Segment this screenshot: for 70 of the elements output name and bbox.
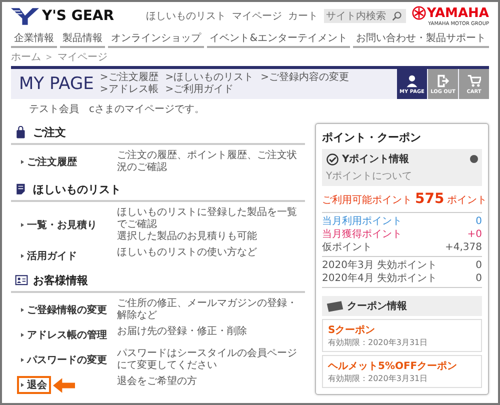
- tuning-fork-emblem-icon: [412, 6, 426, 20]
- points-row-value: +0: [467, 228, 482, 241]
- description-text: ご注文の履歴、ポイント履歴、ご注文状況のご確認: [117, 150, 298, 174]
- expiry-value: 0: [476, 272, 482, 285]
- search-field[interactable]: サイト内検索: [324, 9, 406, 23]
- points-label: ご利用可能ポイント: [322, 194, 412, 207]
- description-text: お届け先の登録・修正・削除: [117, 326, 247, 339]
- coupon-name: ヘルメット5%OFFクーポン: [328, 360, 458, 373]
- breadcrumb: ホーム ＞ マイページ: [11, 51, 108, 65]
- points-unit: ポイント: [447, 194, 488, 207]
- nav-link[interactable]: イベント&エンターテイメント: [206, 30, 350, 48]
- expiry-value: 0: [476, 259, 482, 272]
- menu-link[interactable]: パスワードの変更: [17, 351, 111, 369]
- greeting-text: テスト会員 cさまのマイページです。: [28, 103, 206, 117]
- menu-link[interactable]: 活用ガイド: [17, 247, 81, 265]
- header-link[interactable]: マイページ: [232, 9, 282, 23]
- brand-logo[interactable]: YAMAHA: [426, 6, 489, 20]
- header-link[interactable]: ほしいものリスト: [146, 9, 226, 23]
- description-text: パスワードはシースタイルの会員ページにて変更してください: [117, 348, 298, 372]
- nav-link[interactable]: お問い合わせ・製品サポート: [353, 30, 490, 48]
- pointer-arrow: [53, 378, 75, 392]
- points-row-value: +4,378: [444, 241, 482, 254]
- nav-link[interactable]: 製品情報: [60, 30, 106, 48]
- nav-link[interactable]: オンラインショップ: [108, 30, 204, 48]
- bag-icon: [15, 126, 28, 139]
- menu-link[interactable]: ご登録情報の変更: [17, 301, 111, 319]
- expiry-label: 2020年4月 失効ポイント: [322, 272, 437, 285]
- coupon-card[interactable]: Sクーポン 有効期限：2020年3月31日: [322, 319, 482, 352]
- menu-link[interactable]: アドレス帳の管理: [17, 326, 111, 344]
- nav-link[interactable]: 企業情報: [11, 30, 57, 48]
- section-title: お客様情報: [33, 273, 88, 288]
- mypage-link[interactable]: >ご利用ガイド: [165, 84, 234, 96]
- search-icon: [392, 11, 402, 21]
- description-text: 退会をご希望の方: [117, 376, 197, 389]
- coupon-expiry: 有効期限：2020年3月31日: [328, 373, 429, 384]
- page-title: MY PAGE: [18, 74, 95, 94]
- coupon-expiry: 有効期限：2020年3月31日: [328, 337, 429, 348]
- coupon-title: クーポン情報: [347, 300, 407, 313]
- info-title: Yポイント情報: [342, 152, 410, 166]
- coupon-card[interactable]: ヘルメット5%OFFクーポン 有効期限：2020年3月31日: [322, 355, 482, 388]
- points-row-label: 仮ポイント: [322, 241, 372, 254]
- description-text: ほしいものリストの使い方など: [117, 247, 257, 260]
- points-row-label: 当月獲得ポイント: [322, 228, 402, 241]
- points-row-label: 当月利用ポイント: [322, 215, 402, 228]
- points-row-value: 0: [476, 215, 482, 228]
- mypage-link[interactable]: >ご登録内容の変更: [260, 72, 350, 84]
- section-title: ご注文: [33, 125, 66, 140]
- check-circle-icon: [326, 152, 339, 166]
- person-icon: [405, 74, 419, 88]
- panel-title: ポイント・クーポン: [322, 130, 422, 146]
- points-value: 575: [415, 191, 444, 207]
- mypage-link[interactable]: >ご注文履歴: [100, 72, 158, 84]
- section-title: ほしいものリスト: [33, 182, 121, 197]
- menu-link[interactable]: ご注文履歴: [17, 153, 81, 171]
- memo-icon: [15, 183, 28, 196]
- cart-icon: [467, 74, 481, 88]
- mypage-link[interactable]: >アドレス帳: [100, 84, 158, 96]
- menu-link[interactable]: 一覧・お見積り: [17, 216, 101, 234]
- menu-link[interactable]: 退会: [17, 376, 51, 394]
- description-text: ほしいものリストに登録した製品を一覧でご確認 選択した製品のお見積りも可能: [117, 207, 298, 243]
- mypage-link[interactable]: >ほしいものリスト: [165, 72, 254, 84]
- id-card-icon: [15, 274, 28, 287]
- door-arrow-icon: [436, 74, 450, 88]
- description-text: ご住所の修正、メールマガジンの登録・解除など: [117, 298, 298, 322]
- y-logo-icon: [11, 8, 39, 24]
- site-logo[interactable]: Y'S GEAR: [42, 8, 114, 24]
- ticket-icon: [326, 300, 344, 312]
- expiry-label: 2020年3月 失効ポイント: [322, 259, 437, 272]
- coupon-name: Sクーポン: [328, 324, 376, 337]
- header-link[interactable]: カート: [288, 9, 318, 23]
